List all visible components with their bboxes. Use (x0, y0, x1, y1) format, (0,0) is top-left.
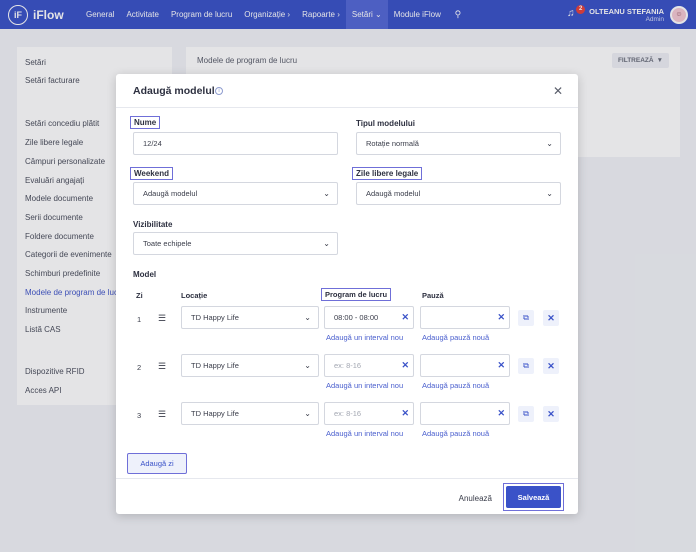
dialog-header: Adaugă modelul i ✕ (116, 74, 578, 108)
drag-handle-icon[interactable]: ☰ (158, 409, 166, 420)
row-2-break-input[interactable]: ✕ (420, 354, 510, 377)
model-type-label: Tipul modelului (356, 119, 415, 128)
clear-icon[interactable]: ✕ (497, 312, 505, 323)
chevron-down-icon: ⌄ (546, 189, 553, 198)
visibility-select[interactable]: Toate echipele ⌄ (133, 232, 338, 255)
column-header-break: Pauză (422, 291, 444, 300)
dialog-title: Adaugă modelul (133, 85, 215, 97)
row-2-location: TD Happy Life (191, 361, 239, 370)
close-icon[interactable]: ✕ (553, 84, 563, 98)
chevron-down-icon: ⌄ (304, 409, 311, 418)
add-interval-link[interactable]: Adaugă un interval nou (326, 381, 403, 390)
add-break-link[interactable]: Adaugă pauză nouă (422, 333, 489, 342)
info-icon[interactable]: i (215, 87, 223, 95)
model-type-select[interactable]: Rotație normală ⌄ (356, 132, 561, 155)
column-header-location: Locație (181, 291, 208, 300)
save-button[interactable]: Salvează (506, 486, 561, 508)
visibility-value: Toate echipele (143, 239, 192, 248)
row-1-location-select[interactable]: TD Happy Life ⌄ (181, 306, 319, 329)
holidays-select[interactable]: Adaugă modelul ⌄ (356, 182, 561, 205)
add-day-button[interactable]: Adaugă zi (127, 453, 187, 474)
weekend-label: Weekend (130, 167, 173, 180)
remove-row-icon[interactable]: ✕ (543, 310, 559, 326)
copy-row-icon[interactable]: ⧉ (518, 310, 534, 326)
add-interval-link[interactable]: Adaugă un interval nou (326, 429, 403, 438)
clear-icon[interactable]: ✕ (497, 408, 505, 419)
row-3-location: TD Happy Life (191, 409, 239, 418)
name-label: Nume (129, 116, 161, 129)
row-3-schedule-placeholder: ex: 8-16 (334, 409, 362, 418)
name-value: 12/24 (143, 139, 162, 148)
remove-row-icon[interactable]: ✕ (543, 358, 559, 374)
row-1-location: TD Happy Life (191, 313, 239, 322)
row-1-break-input[interactable]: ✕ (420, 306, 510, 329)
clear-icon[interactable]: ✕ (401, 408, 409, 419)
copy-row-icon[interactable]: ⧉ (518, 406, 534, 422)
chevron-down-icon: ⌄ (323, 189, 330, 198)
model-section-label: Model (133, 270, 157, 279)
save-button-highlight: Salvează (503, 483, 564, 511)
row-2-location-select[interactable]: TD Happy Life ⌄ (181, 354, 319, 377)
holidays-label: Zile libere legale (351, 167, 423, 180)
drag-handle-icon[interactable]: ☰ (158, 361, 166, 372)
remove-row-icon[interactable]: ✕ (543, 406, 559, 422)
row-1-day: 1 (137, 315, 142, 324)
chevron-down-icon: ⌄ (304, 361, 311, 370)
column-header-day: Zi (136, 291, 143, 300)
holidays-value: Adaugă modelul (366, 189, 421, 198)
row-3-schedule-input[interactable]: ex: 8-16 ✕ (324, 402, 414, 425)
row-2-schedule-input[interactable]: ex: 8-16 ✕ (324, 354, 414, 377)
model-type-value: Rotație normală (366, 139, 419, 148)
weekend-value: Adaugă modelul (143, 189, 198, 198)
row-3-break-input[interactable]: ✕ (420, 402, 510, 425)
add-interval-link[interactable]: Adaugă un interval nou (326, 333, 403, 342)
clear-icon[interactable]: ✕ (401, 360, 409, 371)
chevron-down-icon: ⌄ (546, 139, 553, 148)
visibility-label: Vizibilitate (133, 220, 173, 229)
row-1-schedule-input[interactable]: 08:00 - 08:00 ✕ (324, 306, 414, 329)
row-2-schedule-placeholder: ex: 8-16 (334, 361, 362, 370)
drag-handle-icon[interactable]: ☰ (158, 313, 166, 324)
row-2-day: 2 (137, 363, 142, 372)
column-header-schedule: Program de lucru (320, 288, 392, 301)
chevron-down-icon: ⌄ (323, 239, 330, 248)
name-field[interactable]: 12/24 (133, 132, 338, 155)
clear-icon[interactable]: ✕ (497, 360, 505, 371)
chevron-down-icon: ⌄ (304, 313, 311, 322)
row-1-schedule: 08:00 - 08:00 (334, 313, 379, 322)
row-3-location-select[interactable]: TD Happy Life ⌄ (181, 402, 319, 425)
weekend-select[interactable]: Adaugă modelul ⌄ (133, 182, 338, 205)
clear-icon[interactable]: ✕ (401, 312, 409, 323)
add-break-link[interactable]: Adaugă pauză nouă (422, 429, 489, 438)
add-model-dialog: Adaugă modelul i ✕ Nume 12/24 Tipul mode… (116, 74, 578, 514)
copy-row-icon[interactable]: ⧉ (518, 358, 534, 374)
row-3-day: 3 (137, 411, 142, 420)
add-break-link[interactable]: Adaugă pauză nouă (422, 381, 489, 390)
cancel-button[interactable]: Anulează (459, 494, 492, 503)
